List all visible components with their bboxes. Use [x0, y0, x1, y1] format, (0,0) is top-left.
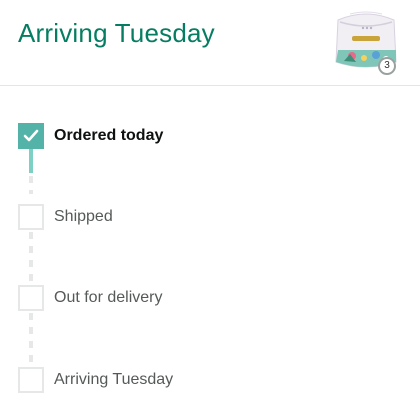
delivery-title: Arriving Tuesday	[18, 18, 215, 48]
checkmark-icon	[23, 129, 39, 142]
step-label: Shipped	[54, 208, 113, 225]
step-label: Out for delivery	[54, 289, 163, 306]
step-pending-checkbox	[18, 204, 44, 230]
step-pending-checkbox	[18, 367, 44, 393]
step-shipped: Shipped	[18, 204, 113, 230]
step-pending-checkbox	[18, 285, 44, 311]
step-label: Ordered today	[54, 127, 164, 144]
progress-connector-pending	[29, 176, 33, 194]
step-complete-checkbox	[18, 123, 44, 149]
step-out-for-delivery: Out for delivery	[18, 285, 162, 311]
progress-connector-complete	[29, 149, 33, 173]
progress-connector-pending	[29, 232, 33, 290]
progress-connector-pending	[29, 313, 33, 371]
delivery-header: Arriving Tuesday 3	[0, 0, 420, 86]
quantity-badge: 3	[378, 57, 396, 75]
step-arriving: Arriving Tuesday	[18, 367, 173, 393]
step-ordered: Ordered today	[18, 123, 163, 149]
step-label: Arriving Tuesday	[54, 371, 174, 388]
shipment-progress-tracker: Ordered today Shipped Out for delivery A…	[0, 86, 420, 420]
